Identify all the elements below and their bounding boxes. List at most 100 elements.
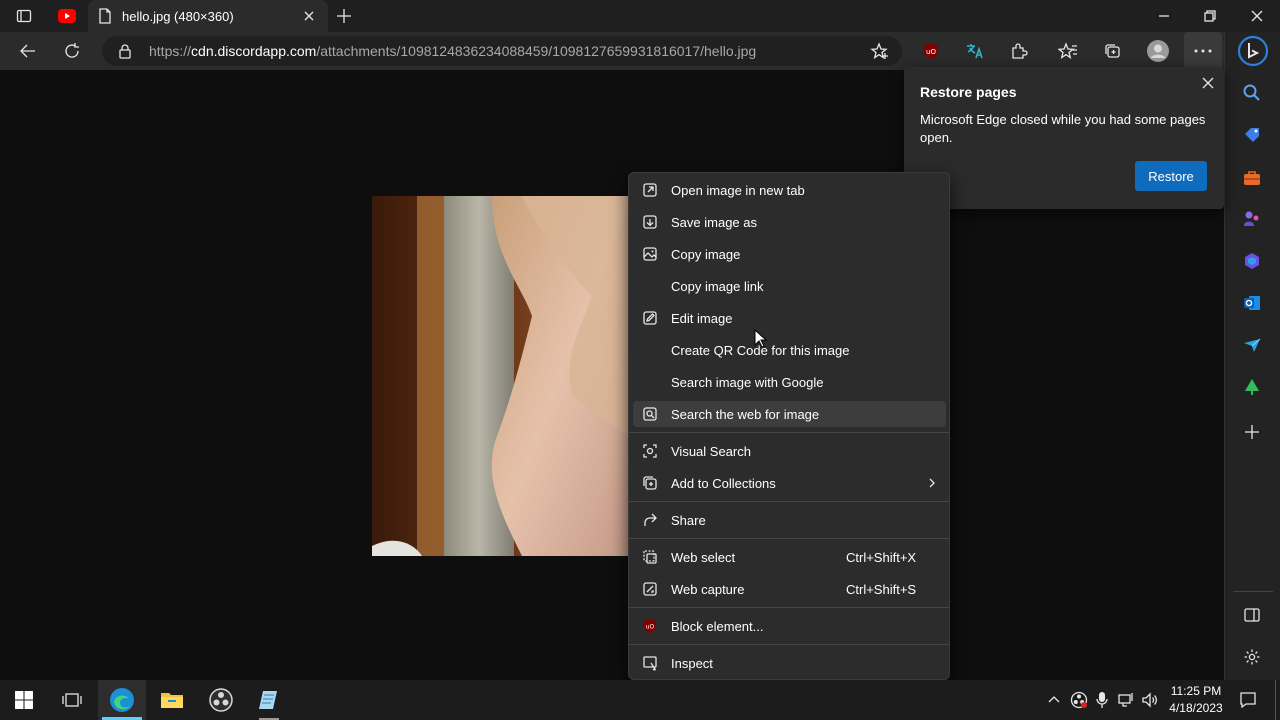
youtube-tab-icon[interactable] (57, 9, 77, 23)
save-image-icon (643, 215, 657, 229)
task-view-button[interactable] (48, 680, 96, 720)
taskbar-file-explorer[interactable] (148, 680, 196, 720)
tab-actions-icon[interactable] (16, 8, 32, 24)
inspect-icon (643, 656, 657, 671)
address-bar[interactable]: https://cdn.discordapp.com/attachments/1… (102, 36, 902, 66)
close-popup-icon[interactable] (1198, 73, 1218, 93)
notifications-icon[interactable] (1239, 691, 1257, 709)
menu-separator (629, 501, 949, 502)
tab-strip: hello.jpg (480×360) (0, 0, 1280, 32)
menu-separator (629, 432, 949, 433)
close-window-icon[interactable] (1249, 8, 1265, 24)
refresh-icon[interactable] (62, 41, 82, 61)
sidebar-divider (1233, 591, 1273, 592)
clock-time: 11:25 PM (1170, 684, 1222, 698)
ublock-origin-icon: uO (644, 619, 656, 633)
bing-chat-icon[interactable] (1237, 35, 1269, 67)
hide-sidebar-icon[interactable] (1243, 606, 1261, 624)
ublock-origin-icon[interactable]: uO (922, 42, 940, 60)
menu-item-add-to-collections[interactable]: Add to Collections (633, 470, 946, 496)
restore-window-icon[interactable] (1202, 8, 1218, 24)
sidebar-settings-icon[interactable] (1243, 648, 1261, 666)
new-tab-icon[interactable] (335, 7, 353, 25)
obs-icon (209, 688, 233, 712)
taskbar-edge[interactable] (98, 680, 146, 720)
network-icon[interactable] (1117, 691, 1135, 709)
share-icon (644, 513, 657, 526)
visual-search-icon (643, 444, 657, 458)
start-button[interactable] (0, 680, 48, 720)
show-hidden-icons-chevron-icon[interactable] (1046, 692, 1062, 708)
edge-icon (110, 688, 134, 712)
translator-extension-icon[interactable] (965, 42, 985, 60)
back-icon[interactable] (18, 41, 38, 61)
tools-icon[interactable] (1242, 168, 1262, 188)
restore-pages-popup: Restore pages Microsoft Edge closed whil… (904, 67, 1224, 209)
restore-pages-message: Microsoft Edge closed while you had some… (920, 112, 1206, 145)
taskbar-obs[interactable] (197, 680, 245, 720)
menu-item-web-select[interactable]: Web select Ctrl+Shift+X (633, 544, 946, 570)
taskbar-notepad[interactable] (245, 680, 293, 720)
svg-text:uO: uO (646, 624, 655, 631)
search-icon[interactable] (1242, 83, 1262, 103)
menu-item-save-image-as[interactable]: Save image as (633, 209, 946, 235)
menu-item-search-with-google[interactable]: Search image with Google (633, 369, 946, 395)
microsoft-365-icon[interactable] (1242, 251, 1262, 271)
close-tab-icon[interactable] (302, 9, 316, 23)
menu-item-copy-image-link[interactable]: Copy image link (633, 273, 946, 299)
games-icon[interactable] (1242, 209, 1262, 229)
menu-item-block-element[interactable]: uO Block element... (633, 613, 946, 639)
volume-icon[interactable] (1141, 691, 1159, 709)
menu-item-search-web-for-image[interactable]: Search the web for image (633, 401, 946, 427)
settings-more-button[interactable] (1184, 32, 1222, 70)
menu-item-visual-search[interactable]: Visual Search (633, 438, 946, 464)
add-favorite-icon[interactable] (870, 42, 890, 60)
favorites-icon[interactable] (1057, 42, 1078, 60)
menu-item-create-qr-code[interactable]: Create QR Code for this image (633, 337, 946, 363)
tree-icon[interactable] (1242, 377, 1262, 397)
system-clock[interactable]: 11:25 PM 4/18/2023 (1166, 683, 1226, 717)
tab-active[interactable]: hello.jpg (480×360) (88, 0, 328, 32)
add-sidebar-app-icon[interactable] (1243, 423, 1261, 441)
outlook-icon[interactable] (1242, 293, 1262, 313)
clock-date: 4/18/2023 (1169, 701, 1223, 715)
restore-button[interactable]: Restore (1135, 161, 1207, 191)
menu-item-edit-image[interactable]: Edit image (633, 305, 946, 331)
web-select-icon (643, 550, 657, 564)
restore-pages-title: Restore pages (920, 84, 1017, 100)
menu-item-share[interactable]: Share (633, 507, 946, 533)
tab-title: hello.jpg (480×360) (122, 8, 234, 24)
collections-icon[interactable] (1102, 42, 1122, 60)
web-capture-icon (643, 582, 657, 596)
show-desktop-button[interactable] (1275, 680, 1276, 720)
copy-image-icon (643, 247, 657, 261)
page-icon (98, 8, 112, 24)
profile-avatar[interactable] (1146, 39, 1170, 63)
windows-logo-icon (15, 691, 33, 709)
menu-item-inspect[interactable]: Inspect (633, 650, 946, 676)
shopping-icon[interactable] (1242, 125, 1262, 145)
menu-separator (629, 538, 949, 539)
windows-taskbar: 11:25 PM 4/18/2023 (0, 680, 1280, 720)
menu-item-web-capture[interactable]: Web capture Ctrl+Shift+S (633, 576, 946, 602)
drop-icon[interactable] (1242, 335, 1262, 355)
folder-icon (161, 693, 183, 708)
minimize-icon[interactable] (1156, 8, 1172, 24)
toolbar: https://cdn.discordapp.com/attachments/1… (0, 32, 1280, 70)
microphone-icon[interactable] (1095, 691, 1109, 709)
open-new-tab-icon (643, 183, 657, 197)
task-view-icon (62, 693, 82, 707)
context-menu: Open image in new tab Save image as Copy… (628, 172, 950, 680)
edit-image-icon (643, 311, 657, 325)
more-icon (1194, 49, 1212, 53)
obs-tray-icon[interactable] (1070, 691, 1088, 709)
edge-sidebar (1224, 32, 1280, 680)
extensions-icon[interactable] (1010, 42, 1028, 60)
menu-item-open-image-new-tab[interactable]: Open image in new tab (633, 177, 946, 203)
mouse-cursor (754, 328, 768, 349)
displayed-image[interactable] (372, 196, 628, 556)
url-text[interactable]: https://cdn.discordapp.com/attachments/1… (149, 43, 756, 59)
lock-icon[interactable] (118, 43, 132, 59)
menu-item-copy-image[interactable]: Copy image (633, 241, 946, 267)
chevron-right-icon (929, 478, 935, 488)
